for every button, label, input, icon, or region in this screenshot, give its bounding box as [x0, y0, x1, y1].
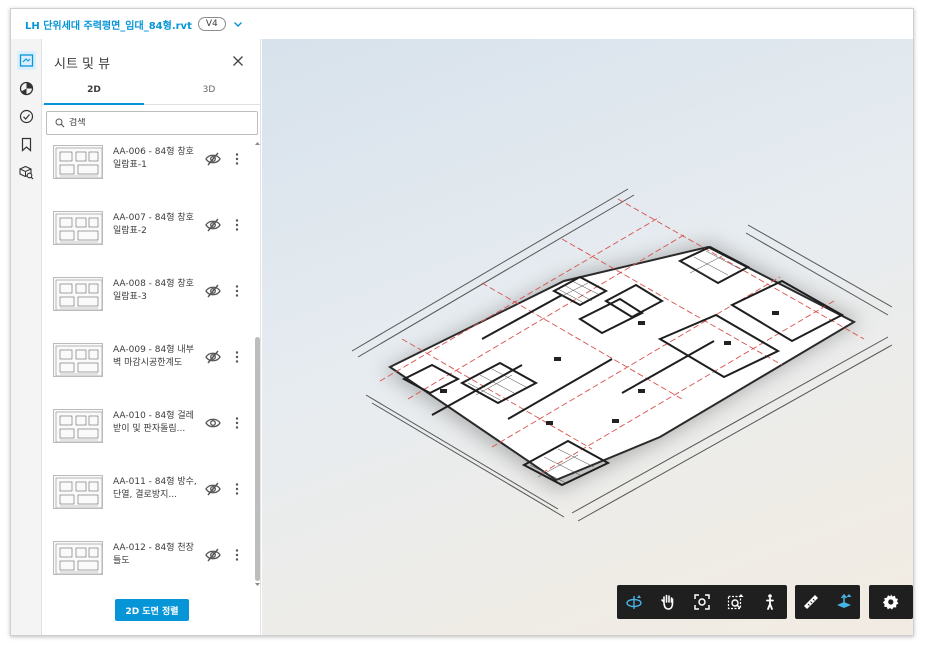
sheet-item[interactable]: AA-012 - 84형 천장틀도 [42, 537, 254, 591]
sheets-views-panel: 시트 및 뷰 2D 3D AA-006 - 84형 창호일람표-1 AA-007 … [42, 39, 261, 635]
chevron-down-icon[interactable] [232, 18, 244, 30]
orbit-button[interactable] [624, 592, 644, 612]
more-options-icon[interactable] [235, 482, 239, 496]
fit-view-button[interactable] [692, 592, 712, 612]
settings-toolbar [869, 585, 913, 619]
sheet-thumbnail [53, 541, 103, 575]
more-options-icon[interactable] [235, 218, 239, 232]
file-title[interactable]: LH 단위세대 주력평면_임대_84형.rvt [25, 17, 192, 32]
panel-title: 시트 및 뷰 [54, 57, 111, 72]
top-bar: LH 단위세대 주력평면_임대_84형.rvt V4 [11, 9, 913, 39]
sheet-name: AA-006 - 84형 창호일람표-1 [113, 147, 194, 170]
zoom-window-icon [727, 594, 744, 610]
sheet-name: AA-012 - 84형 천장틀도 [113, 543, 194, 566]
walk-icon [766, 594, 774, 610]
sheet-item[interactable]: AA-008 - 84형 창호일람표-3 [42, 273, 254, 333]
sheet-name: AA-008 - 84형 창호일람표-3 [113, 279, 194, 302]
sheet-name: AA-010 - 84형 걸레받이 및 판자돌림... [113, 411, 194, 434]
sheet-item[interactable]: AA-010 - 84형 걸레받이 및 판자돌림... [42, 405, 254, 465]
eye-off-icon[interactable] [205, 350, 221, 364]
sheet-thumbnail [53, 343, 103, 377]
sheet-thumbnail [53, 145, 103, 179]
zoom-window-button[interactable] [726, 592, 746, 612]
sheet-thumbnail [53, 475, 103, 509]
fit-view-icon [694, 594, 710, 610]
navigation-toolbar [617, 585, 787, 619]
sheet-item[interactable]: AA-007 - 84형 창호일람표-2 [42, 207, 254, 267]
eye-off-icon[interactable] [205, 548, 221, 562]
settings-button[interactable] [881, 592, 901, 612]
eye-off-icon[interactable] [205, 482, 221, 496]
tab-2d[interactable]: 2D [44, 79, 144, 105]
more-options-icon[interactable] [235, 350, 239, 364]
bookmark-icon [21, 137, 32, 152]
sheet-item[interactable]: AA-009 - 84형 내부벽 마감시공한계도 [42, 339, 254, 399]
eye-off-icon[interactable] [205, 284, 221, 298]
scroll-thumb[interactable] [255, 337, 260, 581]
sheet-name: AA-011 - 84형 방수, 단열, 결로방지... [113, 477, 197, 500]
sheet-list: AA-006 - 84형 창호일람표-1 AA-007 - 84형 창호일람표-2… [42, 139, 261, 591]
model-search-icon [19, 165, 34, 180]
search-box [46, 111, 258, 135]
sheets-views-icon [19, 54, 34, 67]
section-button[interactable] [835, 592, 854, 612]
app-window: LH 단위세대 주력평면_임대_84형.rvt V4 시트 및 뷰 2D 3D … [10, 8, 914, 636]
measure-icon [804, 595, 819, 609]
view-tabs: 2D 3D [42, 79, 261, 105]
pan-button[interactable] [658, 592, 678, 612]
scrollbar[interactable] [255, 141, 260, 587]
more-options-icon[interactable] [235, 284, 239, 298]
more-options-icon[interactable] [235, 548, 239, 562]
issues-button[interactable] [17, 107, 36, 126]
sheet-thumbnail [53, 211, 103, 245]
more-options-icon[interactable] [235, 416, 239, 430]
search-icon [55, 118, 65, 128]
sheet-thumbnail [53, 409, 103, 443]
sort-2d-sheets-button[interactable]: 2D 도면 정렬 [115, 599, 189, 621]
sheet-thumbnail [53, 277, 103, 311]
measure-button[interactable] [802, 592, 821, 612]
sheet-item[interactable]: AA-006 - 84형 창호일람표-1 [42, 141, 254, 201]
section-icon [836, 593, 852, 608]
more-options-icon[interactable] [235, 152, 239, 166]
search-input[interactable] [69, 118, 249, 128]
walk-button[interactable] [760, 592, 780, 612]
version-badge[interactable]: V4 [197, 17, 226, 31]
orbit-icon [626, 595, 642, 609]
sheet-item[interactable]: AA-011 - 84형 방수, 단열, 결로방지... [42, 471, 254, 531]
issues-icon [19, 109, 34, 124]
eye-off-icon[interactable] [205, 218, 221, 232]
scroll-down-icon[interactable] [255, 582, 260, 587]
eye-off-icon[interactable] [205, 152, 221, 166]
close-icon[interactable] [232, 55, 244, 67]
sheets-views-button[interactable] [17, 51, 36, 70]
left-toolbar [11, 39, 42, 635]
floor-plan-model[interactable] [262, 39, 913, 636]
model-browser-button[interactable] [17, 79, 36, 98]
model-search-button[interactable] [17, 163, 36, 182]
tools-toolbar [795, 585, 860, 619]
model-viewport[interactable] [262, 39, 913, 636]
settings-icon [882, 594, 899, 610]
sheet-name: AA-009 - 84형 내부벽 마감시공한계도 [113, 345, 194, 368]
pan-icon [661, 594, 674, 610]
sheet-name: AA-007 - 84형 창호일람표-2 [113, 213, 194, 236]
scroll-up-icon[interactable] [255, 141, 260, 146]
eye-icon[interactable] [205, 416, 221, 430]
tab-3d[interactable]: 3D [159, 79, 259, 105]
model-browser-icon [19, 81, 34, 96]
bookmark-button[interactable] [17, 135, 36, 154]
